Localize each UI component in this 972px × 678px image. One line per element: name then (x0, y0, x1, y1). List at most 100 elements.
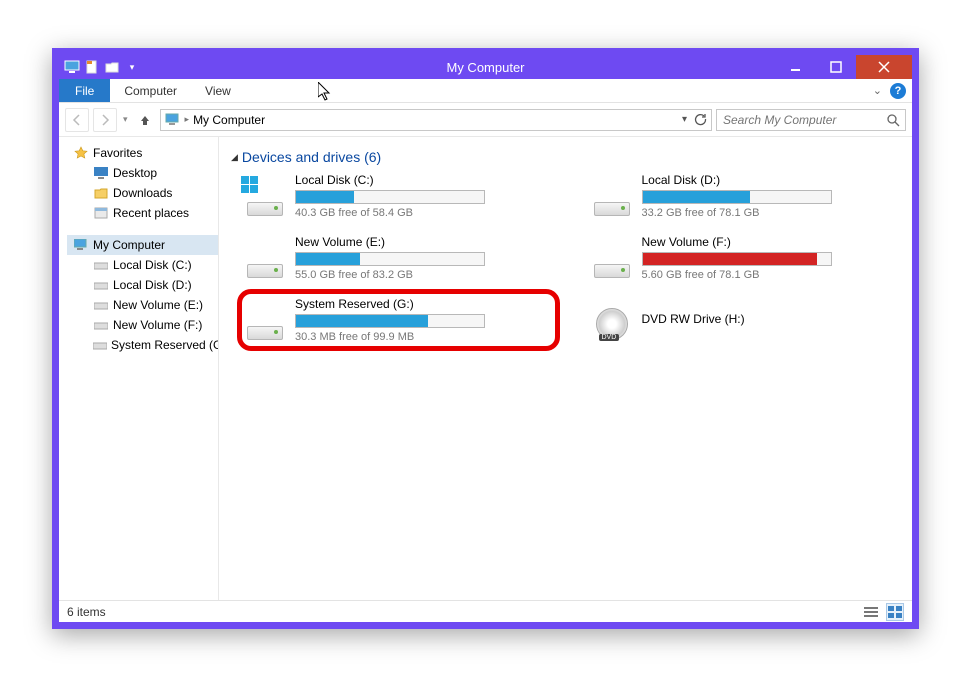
hdd-drive-icon (245, 238, 285, 278)
address-bar: ▾ ▸ My Computer ▾ (59, 103, 912, 136)
computer-icon (63, 58, 81, 76)
sidebar-item-recent[interactable]: Recent places (67, 203, 218, 223)
explorer-window: ▾ My Computer File Computer View ⌄ ? (59, 55, 912, 622)
sidebar-item-drive-e[interactable]: New Volume (E:) (67, 295, 218, 315)
dropdown-arrow-icon[interactable]: ▾ (123, 58, 141, 76)
drive-tile[interactable]: Local Disk (D:) 33.2 GB free of 78.1 GB (590, 171, 901, 221)
drive-capacity-bar (295, 252, 485, 266)
drive-name: New Volume (E:) (295, 235, 552, 249)
breadcrumb-separator-icon[interactable]: ▸ (185, 114, 190, 125)
sidebar-item-label: Downloads (113, 186, 172, 200)
drive-grid: Local Disk (C:)40.3 GB free of 58.4 GBLo… (231, 171, 900, 345)
minimize-button[interactable] (776, 55, 816, 79)
hdd-icon (93, 277, 109, 293)
nav-back-button[interactable] (65, 108, 89, 132)
hdd-drive-icon (592, 238, 632, 278)
drive-tile[interactable]: New Volume (E:) 55.0 GB free of 83.2 GB (243, 233, 554, 283)
computer-group: My Computer Local Disk (C:) Local Disk (… (67, 235, 218, 355)
hdd-drive-icon (592, 176, 632, 216)
sidebar-item-label: Local Disk (C:) (113, 258, 192, 272)
hdd-icon (93, 257, 109, 273)
favorites-label: Favorites (93, 146, 142, 160)
drive-free-text: 5.60 GB free of 78.1 GB (642, 269, 899, 281)
drive-free-text: 30.3 MB free of 99.9 MB (295, 331, 552, 343)
desktop-icon (93, 165, 109, 181)
address-box[interactable]: ▸ My Computer ▾ (160, 109, 712, 131)
drive-capacity-bar (642, 190, 832, 204)
address-location[interactable]: My Computer (193, 113, 678, 127)
sidebar-item-label: Local Disk (D:) (113, 278, 192, 292)
drive-tile[interactable]: System Reserved (G:) 30.3 MB free of 99.9… (243, 295, 554, 345)
sidebar-item-label: Recent places (113, 206, 189, 220)
status-bar: 6 items (59, 600, 912, 622)
sidebar-item-label: System Reserved (G:) (111, 338, 219, 352)
sidebar-item-drive-c[interactable]: Local Disk (C:) (67, 255, 218, 275)
refresh-icon[interactable] (693, 113, 707, 127)
group-header[interactable]: ◢ Devices and drives (6) (231, 149, 900, 165)
maximize-button[interactable] (816, 55, 856, 79)
ribbon-collapse-icon[interactable]: ⌄ (873, 84, 882, 97)
navigation-pane: Favorites Desktop Downloads Recent place… (59, 137, 219, 600)
computer-icon (73, 237, 89, 253)
search-box[interactable] (716, 109, 906, 131)
hdd-icon (93, 297, 109, 313)
sidebar-item-label: My Computer (93, 238, 165, 252)
favorites-group: Favorites Desktop Downloads Recent place… (67, 143, 218, 223)
drive-capacity-bar (642, 252, 832, 266)
sidebar-item-computer[interactable]: My Computer (67, 235, 218, 255)
sidebar-item-desktop[interactable]: Desktop (67, 163, 218, 183)
group-header-label: Devices and drives (6) (242, 149, 381, 165)
sidebar-item-label: New Volume (F:) (113, 318, 202, 332)
sidebar-item-drive-f[interactable]: New Volume (F:) (67, 315, 218, 335)
drive-free-text: 55.0 GB free of 83.2 GB (295, 269, 552, 281)
drive-tile[interactable]: Local Disk (C:) 40.3 GB free of 58.4 GB (243, 171, 554, 221)
nav-forward-button[interactable] (93, 108, 117, 132)
sidebar-item-downloads[interactable]: Downloads (67, 183, 218, 203)
dvd-drive-icon: DVD (592, 300, 632, 340)
sidebar-item-drive-d[interactable]: Local Disk (D:) (67, 275, 218, 295)
drive-free-text: 40.3 GB free of 58.4 GB (295, 207, 552, 219)
downloads-folder-icon (93, 185, 109, 201)
window-controls (776, 55, 912, 79)
sidebar-item-label: New Volume (E:) (113, 298, 203, 312)
titlebar[interactable]: ▾ My Computer (59, 55, 912, 79)
star-icon (73, 145, 89, 161)
drive-name: System Reserved (G:) (295, 297, 552, 311)
hdd-icon (93, 317, 109, 333)
drive-free-text: 33.2 GB free of 78.1 GB (642, 207, 899, 219)
hdd-drive-icon (245, 300, 285, 340)
drive-capacity-bar (295, 190, 485, 204)
ribbon-tabs: File Computer View ⌄ ? (59, 79, 912, 103)
drive-tile[interactable]: New Volume (F:) 5.60 GB free of 78.1 GB (590, 233, 901, 283)
nav-up-button[interactable] (134, 109, 156, 131)
favorites-header[interactable]: Favorites (67, 143, 218, 163)
computer-location-icon (165, 112, 181, 128)
tiles-view-button[interactable] (886, 603, 904, 621)
drive-tile[interactable]: DVDDVD RW Drive (H:) (590, 295, 901, 345)
hdd-icon (93, 337, 107, 353)
search-icon[interactable] (886, 113, 900, 127)
recent-places-icon (93, 205, 109, 221)
drive-name: Local Disk (C:) (295, 173, 552, 187)
drive-name: New Volume (F:) (642, 235, 899, 249)
collapse-arrow-icon[interactable]: ◢ (231, 152, 238, 163)
document-icon[interactable] (83, 58, 101, 76)
sidebar-item-drive-g[interactable]: System Reserved (G:) (67, 335, 218, 355)
content-pane[interactable]: ◢ Devices and drives (6) Local Disk (C:)… (219, 137, 912, 600)
file-tab[interactable]: File (59, 79, 110, 102)
sidebar-item-label: Desktop (113, 166, 157, 180)
help-icon[interactable]: ? (890, 83, 906, 99)
recent-locations-icon[interactable]: ▾ (123, 114, 128, 125)
close-button[interactable] (856, 55, 912, 79)
tab-view[interactable]: View (191, 79, 245, 102)
drive-capacity-bar (295, 314, 485, 328)
tab-computer[interactable]: Computer (110, 79, 191, 102)
address-dropdown-icon[interactable]: ▾ (682, 114, 687, 125)
window-chrome: ▾ My Computer File Computer View ⌄ ? (52, 48, 919, 629)
hdd-drive-icon (245, 176, 285, 216)
quick-access-toolbar: ▾ (59, 58, 141, 76)
search-input[interactable] (723, 113, 880, 127)
folder-icon[interactable] (103, 58, 121, 76)
details-view-button[interactable] (862, 603, 880, 621)
drive-name: Local Disk (D:) (642, 173, 899, 187)
